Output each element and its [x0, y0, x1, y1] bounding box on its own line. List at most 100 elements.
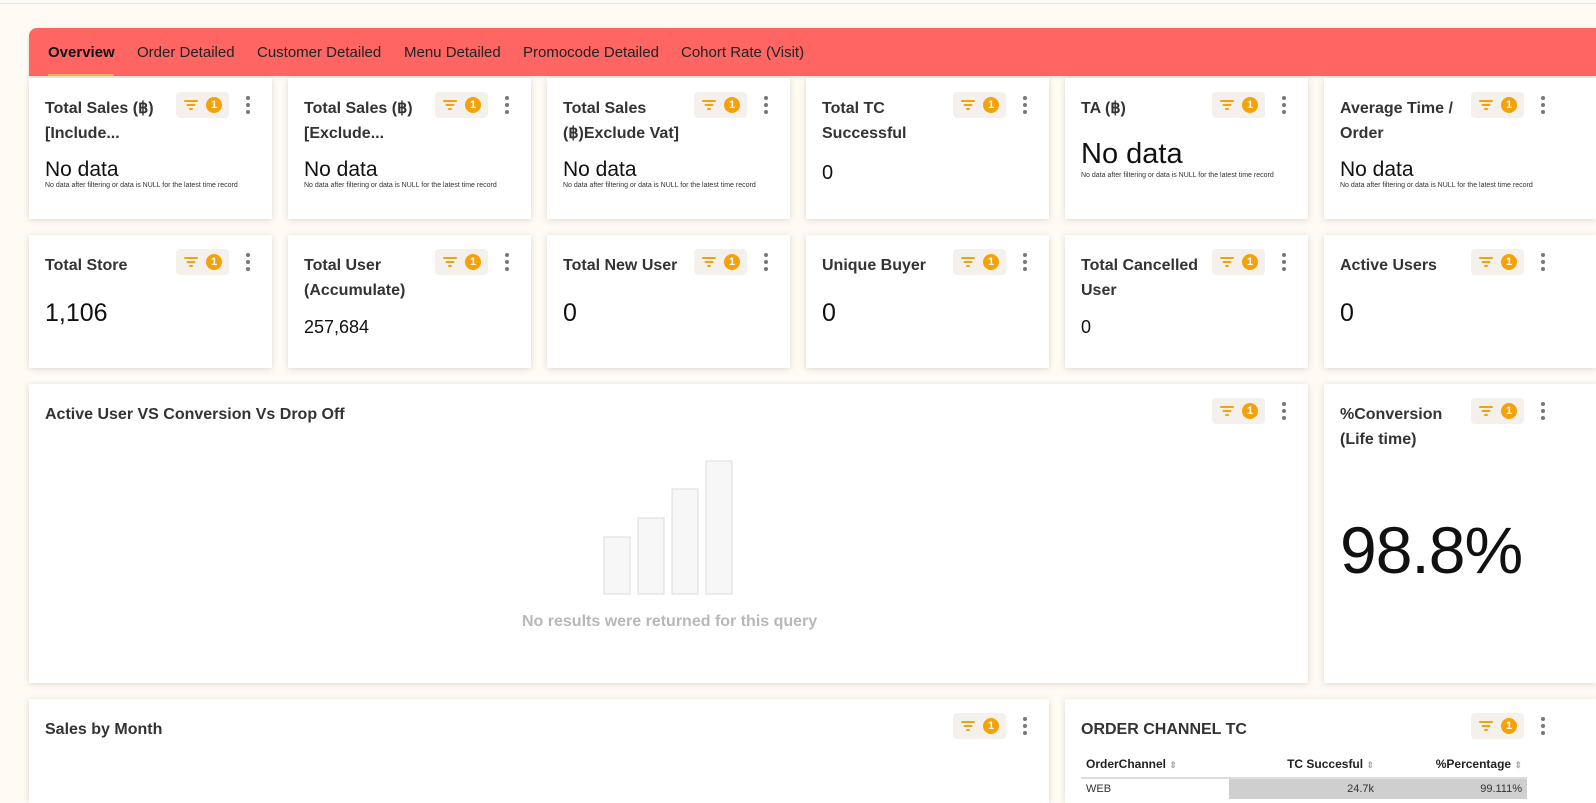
table-cell: 99.111%: [1379, 778, 1527, 799]
kpi-value: 257,684: [304, 317, 370, 337]
more-options-icon[interactable]: [1022, 717, 1028, 735]
more-options-icon[interactable]: [1281, 253, 1287, 271]
tab-order-detailed[interactable]: Order Detailed: [137, 44, 235, 61]
card-title: Sales by Month: [45, 721, 163, 738]
filter-icon: [1479, 721, 1493, 731]
sort-icon: ⇕: [1514, 760, 1522, 770]
filter-icon: [961, 100, 975, 110]
kpi-note: No data after filtering or data is NULL …: [1340, 182, 1533, 189]
more-options-icon[interactable]: [763, 253, 769, 271]
card-title: Total Cancelled User: [1081, 257, 1199, 299]
more-options-icon[interactable]: [1540, 402, 1546, 420]
card-title: ORDER CHANNEL TC: [1081, 721, 1247, 738]
filter-badge[interactable]: 1: [953, 92, 1006, 118]
card-title: Total Sales (฿) [Exclude...: [304, 100, 413, 142]
more-options-icon[interactable]: [1022, 96, 1028, 114]
tab-customer-detailed[interactable]: Customer Detailed: [257, 44, 381, 61]
filter-badge[interactable]: 1: [1212, 249, 1265, 275]
filter-icon: [1479, 257, 1493, 267]
kpi-card-unique-buyer: Unique Buyer 1 0: [806, 235, 1049, 368]
kpi-card-total-sales-exclude: Total Sales (฿) [Exclude... 1 No data No …: [288, 78, 531, 219]
filter-badge[interactable]: 1: [1471, 398, 1524, 424]
filter-count: 1: [983, 254, 999, 270]
tab-overview[interactable]: Overview: [48, 44, 115, 61]
more-options-icon[interactable]: [245, 253, 251, 271]
filter-badge[interactable]: 1: [1471, 249, 1524, 275]
tab-promocode-detailed[interactable]: Promocode Detailed: [523, 44, 659, 61]
column-header-orderchannel[interactable]: OrderChannel ⇕: [1081, 751, 1229, 779]
conversion-lifetime-card: %Conversion (Life time) 1 98.8%: [1324, 384, 1596, 683]
filter-badge[interactable]: 1: [694, 249, 747, 275]
active-user-conversion-chart-card: Active User VS Conversion Vs Drop Off 1 …: [29, 384, 1308, 683]
more-options-icon[interactable]: [763, 96, 769, 114]
dashboard-tab-bar: Overview Order Detailed Customer Detaile…: [29, 28, 1596, 76]
filter-badge[interactable]: 1: [1212, 92, 1265, 118]
filter-badge[interactable]: 1: [1471, 713, 1524, 739]
top-divider: [0, 3, 1596, 4]
more-options-icon[interactable]: [1540, 96, 1546, 114]
card-title: Active Users: [1340, 257, 1437, 274]
filter-count: 1: [206, 254, 222, 270]
filter-badge[interactable]: 1: [435, 249, 488, 275]
filter-badge[interactable]: 1: [435, 92, 488, 118]
filter-count: 1: [1501, 403, 1517, 419]
card-title: Total Store: [45, 257, 128, 274]
filter-icon: [184, 257, 198, 267]
filter-icon: [702, 100, 716, 110]
more-options-icon[interactable]: [504, 96, 510, 114]
more-options-icon[interactable]: [1022, 253, 1028, 271]
table-row: WEB 24.7k 99.111%: [1081, 778, 1527, 799]
card-title: TA (฿): [1081, 100, 1126, 117]
card-title: Unique Buyer: [822, 257, 927, 274]
filter-count: 1: [724, 97, 740, 113]
filter-icon: [1220, 100, 1234, 110]
filter-icon: [1220, 406, 1234, 416]
more-options-icon[interactable]: [1281, 96, 1287, 114]
kpi-value: 0: [822, 162, 834, 184]
filter-badge[interactable]: 1: [1471, 92, 1524, 118]
filter-badge[interactable]: 1: [694, 92, 747, 118]
filter-badge[interactable]: 1: [953, 713, 1006, 739]
filter-icon: [443, 257, 457, 267]
kpi-value: No data: [45, 158, 119, 181]
kpi-value: 0: [563, 299, 577, 327]
sort-icon: ⇕: [1169, 760, 1177, 770]
kpi-note: No data after filtering or data is NULL …: [563, 182, 756, 189]
tab-cohort-rate[interactable]: Cohort Rate (Visit): [681, 44, 804, 61]
more-options-icon[interactable]: [1540, 717, 1546, 735]
filter-count: 1: [1501, 97, 1517, 113]
filter-count: 1: [983, 718, 999, 734]
more-options-icon[interactable]: [504, 253, 510, 271]
more-options-icon[interactable]: [245, 96, 251, 114]
more-options-icon[interactable]: [1281, 402, 1287, 420]
card-title: Total Sales (฿)Exclude Vat]: [563, 100, 679, 142]
active-tab-indicator: [48, 74, 114, 76]
kpi-card-total-cancelled-user: Total Cancelled User 1 0: [1065, 235, 1308, 368]
table-cell: 24.7k: [1229, 778, 1379, 799]
column-header-tc-succesful[interactable]: TC Succesful ⇕: [1229, 751, 1379, 779]
filter-badge[interactable]: 1: [176, 92, 229, 118]
kpi-card-total-tc-successful: Total TC Successful 1 0: [806, 78, 1049, 219]
filter-badge[interactable]: 1: [1212, 398, 1265, 424]
sort-icon: ⇕: [1366, 760, 1374, 770]
column-header-percentage[interactable]: %Percentage ⇕: [1379, 751, 1527, 779]
filter-icon: [184, 100, 198, 110]
filter-badge[interactable]: 1: [953, 249, 1006, 275]
card-title: Total User (Accumulate): [304, 257, 406, 299]
table-cell: WEB: [1086, 783, 1112, 795]
order-channel-table: OrderChannel ⇕ TC Succesful ⇕ %Percentag…: [1081, 751, 1527, 799]
filter-count: 1: [206, 97, 222, 113]
more-options-icon[interactable]: [1540, 253, 1546, 271]
kpi-value: No data: [563, 158, 637, 181]
kpi-value: No data: [304, 158, 378, 181]
kpi-value: 0: [1081, 317, 1092, 337]
kpi-value: 0: [1340, 299, 1354, 327]
kpi-value: No data: [1081, 138, 1183, 170]
filter-icon: [443, 100, 457, 110]
filter-badge[interactable]: 1: [176, 249, 229, 275]
kpi-card-total-store: Total Store 1 1,106: [29, 235, 272, 368]
tab-menu-detailed[interactable]: Menu Detailed: [404, 44, 501, 61]
empty-chart-icon: [603, 460, 733, 595]
filter-count: 1: [1242, 254, 1258, 270]
kpi-card-total-new-user: Total New User 1 0: [547, 235, 790, 368]
